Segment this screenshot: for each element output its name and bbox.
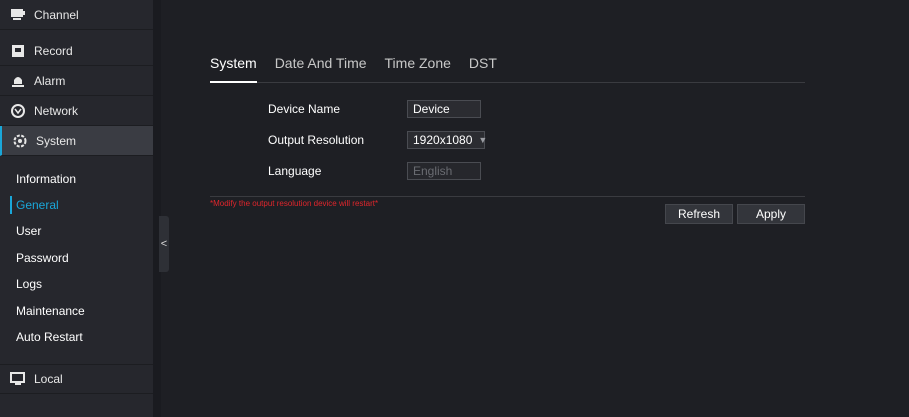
local-icon: [10, 371, 26, 387]
device-name-row: Device Name Device: [268, 99, 481, 119]
system-icon: [12, 133, 28, 149]
menu-label-system: System: [36, 133, 77, 148]
device-name-input[interactable]: Device: [407, 100, 481, 118]
menu-label-record: Record: [34, 43, 73, 58]
language-field: English: [407, 162, 481, 180]
sidebar: Channel Record Alarm Network System Info…: [0, 0, 153, 417]
output-resolution-value: 1920x1080: [413, 133, 473, 147]
channel-icon: [10, 7, 26, 23]
chevron-down-icon: ▼: [478, 135, 488, 145]
form-divider: [210, 196, 805, 197]
tab-date-and-time[interactable]: Date And Time: [275, 52, 367, 82]
tab-system[interactable]: System: [210, 52, 257, 83]
restart-warning: *Modify the output resolution device wil…: [210, 199, 379, 208]
device-name-label: Device Name: [268, 102, 341, 116]
language-value: English: [413, 164, 453, 178]
menu-label-alarm: Alarm: [34, 73, 66, 88]
network-icon: [10, 103, 26, 119]
output-resolution-select[interactable]: 1920x1080 ▼: [407, 131, 488, 149]
tab-time-zone[interactable]: Time Zone: [385, 52, 451, 82]
output-resolution-label: Output Resolution: [268, 133, 365, 147]
sidebar-divider: [153, 0, 161, 417]
alarm-icon: [10, 73, 26, 89]
output-resolution-row: Output Resolution 1920x1080 ▼: [268, 130, 488, 150]
refresh-button[interactable]: Refresh: [665, 204, 733, 224]
record-icon: [10, 43, 26, 59]
menu-label-channel: Channel: [34, 7, 79, 22]
menu-item-record[interactable]: Record: [0, 36, 153, 66]
submenu-item-auto-restart[interactable]: Auto Restart: [0, 324, 153, 350]
submenu-item-password[interactable]: Password: [0, 245, 153, 271]
language-label: Language: [268, 164, 322, 178]
menu-item-channel[interactable]: Channel: [0, 0, 153, 30]
submenu-item-user[interactable]: User: [0, 218, 153, 244]
submenu-item-logs[interactable]: Logs: [0, 271, 153, 297]
device-name-value: Device: [413, 102, 450, 116]
collapse-sidebar-button[interactable]: <: [159, 216, 169, 272]
menu-label-network: Network: [34, 103, 79, 118]
chevron-left-icon: <: [160, 238, 168, 250]
submenu-item-information[interactable]: Information: [0, 166, 153, 192]
submenu-item-maintenance[interactable]: Maintenance: [0, 298, 153, 324]
language-row: Language English: [268, 161, 481, 181]
submenu-item-general[interactable]: General: [0, 192, 153, 218]
menu-item-local[interactable]: Local: [0, 364, 153, 394]
menu-item-alarm[interactable]: Alarm: [0, 66, 153, 96]
menu-item-system[interactable]: System: [0, 126, 153, 156]
menu-item-network[interactable]: Network: [0, 96, 153, 126]
settings-tabs: System Date And Time Time Zone DST: [210, 52, 805, 83]
menu-label-local: Local: [34, 372, 63, 386]
apply-button[interactable]: Apply: [737, 204, 805, 224]
tab-dst[interactable]: DST: [469, 52, 497, 82]
